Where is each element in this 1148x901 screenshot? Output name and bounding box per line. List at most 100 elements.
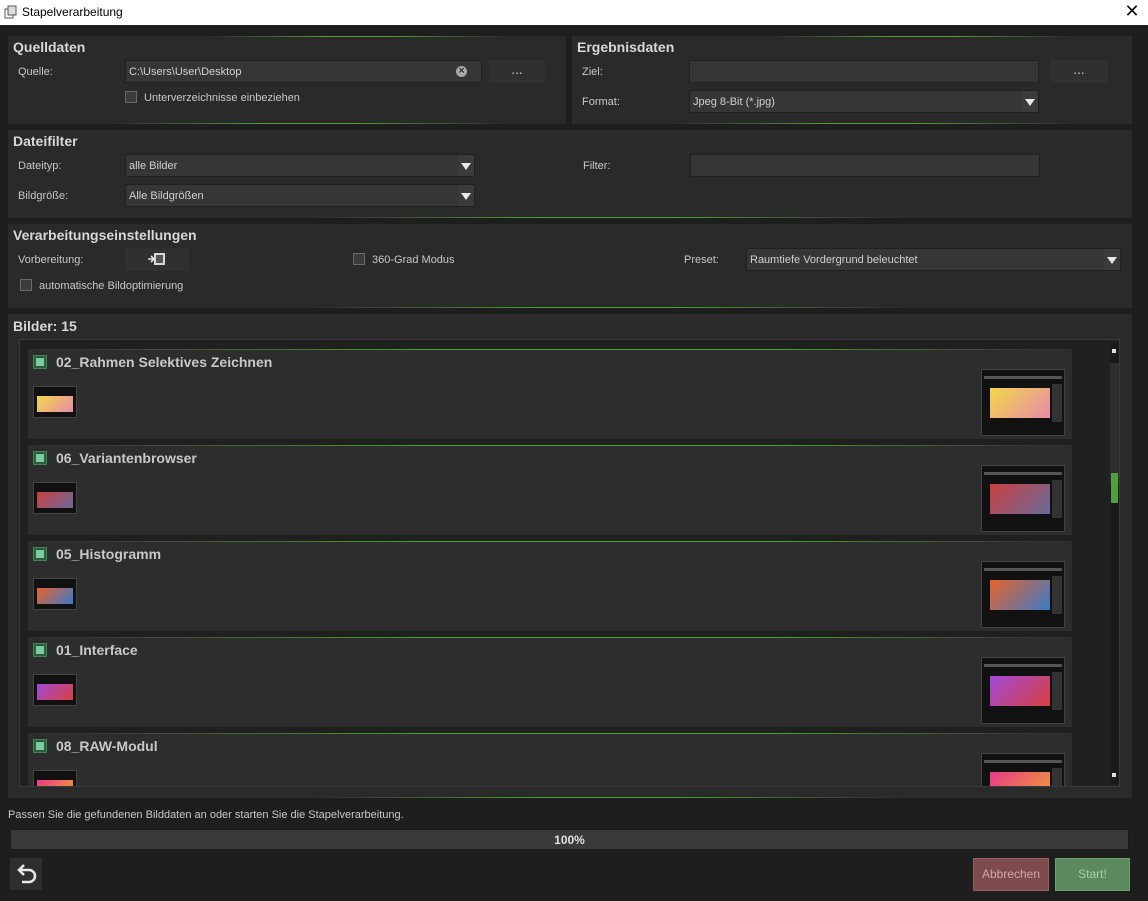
source-path-value: C:\Users\User\Desktop bbox=[129, 66, 242, 78]
thumb-sidebar bbox=[1052, 672, 1062, 710]
thumb-sidebar bbox=[1052, 576, 1062, 614]
start-button[interactable]: Start! bbox=[1055, 858, 1130, 891]
target-input[interactable] bbox=[689, 60, 1039, 83]
item-name: 08_RAW-Modul bbox=[56, 738, 158, 754]
panel-accent-line bbox=[308, 797, 908, 798]
item-name: 01_Interface bbox=[56, 642, 138, 658]
scroll-down-icon[interactable] bbox=[1112, 773, 1116, 777]
size-select[interactable]: Alle Bildgrößen bbox=[125, 184, 475, 207]
item-small-thumbnail[interactable] bbox=[33, 770, 77, 786]
thumb-content bbox=[990, 580, 1050, 610]
chevron-down-icon bbox=[1022, 91, 1038, 112]
back-button[interactable] bbox=[10, 858, 42, 890]
item-small-thumbnail[interactable] bbox=[33, 386, 77, 418]
thumb-content bbox=[37, 492, 73, 508]
filetype-value: alle Bilder bbox=[129, 160, 178, 172]
item-small-thumbnail[interactable] bbox=[33, 578, 77, 610]
item-accent-line bbox=[28, 637, 1072, 638]
panel-accent-line bbox=[308, 217, 908, 218]
subdirs-checkbox[interactable] bbox=[125, 91, 137, 103]
scrollbar-thumb-accent bbox=[1111, 473, 1118, 503]
panel-accent-line bbox=[308, 307, 908, 308]
images-title: Bilder: 15 bbox=[13, 318, 77, 334]
chevron-down-icon bbox=[1104, 249, 1120, 270]
mode360-label: 360-Grad Modus bbox=[372, 254, 455, 266]
image-list-item[interactable]: 05_Histogramm bbox=[28, 541, 1072, 631]
filter-label: Filter: bbox=[583, 160, 611, 172]
format-select[interactable]: Jpeg 8-Bit (*.jpg) bbox=[689, 90, 1039, 113]
item-accent-line bbox=[28, 733, 1072, 734]
item-accent-line bbox=[28, 349, 1072, 350]
result-panel: Ergebnisdaten Ziel: ... Format: Jpeg 8-B… bbox=[572, 36, 1132, 124]
thumb-content bbox=[990, 484, 1050, 514]
preset-value: Raumtiefe Vordergrund beleuchtet bbox=[750, 254, 918, 266]
format-value: Jpeg 8-Bit (*.jpg) bbox=[693, 96, 775, 108]
size-label: Bildgröße: bbox=[18, 190, 69, 202]
image-list-item[interactable]: 01_Interface bbox=[28, 637, 1072, 727]
auto-opt-checkbox[interactable] bbox=[20, 279, 32, 291]
item-large-thumbnail[interactable] bbox=[981, 657, 1065, 724]
target-browse-button[interactable]: ... bbox=[1050, 60, 1108, 83]
item-name: 02_Rahmen Selektives Zeichnen bbox=[56, 354, 273, 370]
progress-bar: 100% bbox=[10, 829, 1129, 850]
item-checkbox[interactable] bbox=[33, 547, 47, 561]
filter-title: Dateifilter bbox=[13, 133, 78, 149]
preset-select[interactable]: Raumtiefe Vordergrund beleuchtet bbox=[746, 248, 1121, 271]
panel-accent-line bbox=[208, 36, 508, 37]
filter-panel: Dateifilter Dateityp: alle Bilder Bildgr… bbox=[8, 130, 1132, 218]
processing-panel: Verarbeitungseinstellungen Vorbereitung:… bbox=[8, 224, 1132, 308]
scrollbar-thumb[interactable] bbox=[1110, 363, 1119, 503]
format-label: Format: bbox=[582, 96, 620, 108]
list-scrollbar[interactable] bbox=[1110, 343, 1119, 784]
source-path-label: Quelle: bbox=[18, 66, 53, 78]
image-list-item[interactable]: 02_Rahmen Selektives Zeichnen bbox=[28, 349, 1072, 439]
thumb-toolbar bbox=[984, 568, 1062, 571]
thumb-toolbar bbox=[984, 376, 1062, 379]
item-small-thumbnail[interactable] bbox=[33, 674, 77, 706]
thumb-content bbox=[990, 388, 1050, 418]
processing-title: Verarbeitungseinstellungen bbox=[13, 227, 197, 243]
item-checkbox[interactable] bbox=[33, 739, 47, 753]
filetype-label: Dateityp: bbox=[18, 160, 62, 172]
scroll-up-icon[interactable] bbox=[1112, 349, 1116, 353]
item-accent-line bbox=[28, 541, 1072, 542]
subdirs-label: Unterverzeichnisse einbeziehen bbox=[144, 92, 300, 104]
thumb-toolbar bbox=[984, 664, 1062, 667]
image-list-item[interactable]: 08_RAW-Modul bbox=[28, 733, 1072, 786]
thumb-toolbar bbox=[984, 760, 1062, 763]
mode360-checkbox[interactable] bbox=[353, 253, 365, 265]
close-icon[interactable]: ✕ bbox=[1122, 1, 1142, 22]
item-large-thumbnail[interactable] bbox=[981, 465, 1065, 532]
target-label: Ziel: bbox=[582, 66, 603, 78]
auto-opt-label: automatische Bildoptimierung bbox=[39, 280, 184, 292]
thumb-content bbox=[990, 772, 1050, 786]
thumb-content bbox=[37, 396, 73, 412]
cancel-button[interactable]: Abbrechen bbox=[973, 858, 1049, 891]
source-path-input[interactable]: C:\Users\User\Desktop bbox=[125, 60, 482, 83]
clear-path-icon[interactable]: × bbox=[456, 66, 467, 77]
item-large-thumbnail[interactable] bbox=[981, 369, 1065, 436]
item-small-thumbnail[interactable] bbox=[33, 482, 77, 514]
image-list-item[interactable]: 06_Variantenbrowser bbox=[28, 445, 1072, 535]
prep-label: Vorbereitung: bbox=[18, 254, 84, 266]
item-large-thumbnail[interactable] bbox=[981, 561, 1065, 628]
thumb-content bbox=[37, 780, 73, 786]
prep-button[interactable] bbox=[125, 248, 189, 271]
item-checkbox[interactable] bbox=[33, 355, 47, 369]
source-browse-button[interactable]: ... bbox=[489, 60, 545, 83]
item-name: 06_Variantenbrowser bbox=[56, 450, 197, 466]
thumb-content bbox=[990, 676, 1050, 706]
thumb-content bbox=[37, 684, 73, 700]
preset-label: Preset: bbox=[684, 254, 719, 266]
chevron-down-icon bbox=[458, 185, 474, 206]
image-list[interactable]: 02_Rahmen Selektives Zeichnen 06_Variante… bbox=[19, 339, 1120, 787]
batch-app-icon bbox=[4, 5, 17, 19]
thumb-sidebar bbox=[1052, 384, 1062, 422]
filter-input[interactable] bbox=[690, 154, 1040, 177]
item-checkbox[interactable] bbox=[33, 643, 47, 657]
undo-arrow-icon bbox=[17, 864, 37, 884]
item-large-thumbnail[interactable] bbox=[981, 753, 1065, 786]
filetype-select[interactable]: alle Bilder bbox=[125, 154, 475, 177]
title-bar: Stapelverarbeitung ✕ bbox=[0, 0, 1148, 25]
item-checkbox[interactable] bbox=[33, 451, 47, 465]
